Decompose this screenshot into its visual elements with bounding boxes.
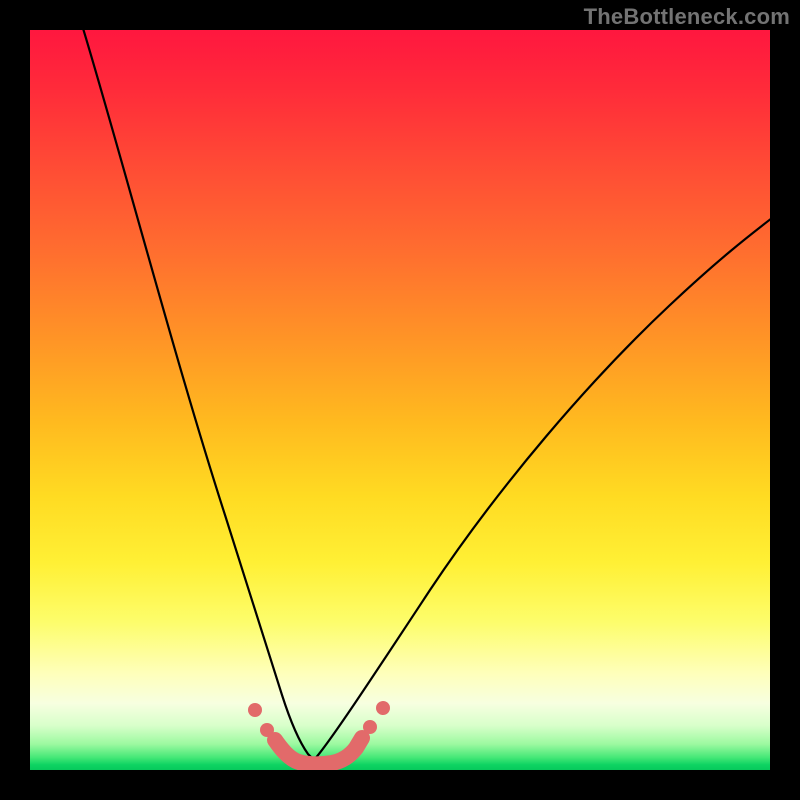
curve-layer <box>30 30 770 770</box>
optimal-dot <box>248 703 262 717</box>
optimal-zone-band <box>275 738 362 764</box>
chart-frame: TheBottleneck.com <box>0 0 800 800</box>
bottleneck-curve <box>82 30 770 760</box>
plot-area <box>30 30 770 770</box>
optimal-dot <box>376 701 390 715</box>
optimal-dot <box>363 720 377 734</box>
watermark-text: TheBottleneck.com <box>584 4 790 30</box>
optimal-dot <box>260 723 274 737</box>
